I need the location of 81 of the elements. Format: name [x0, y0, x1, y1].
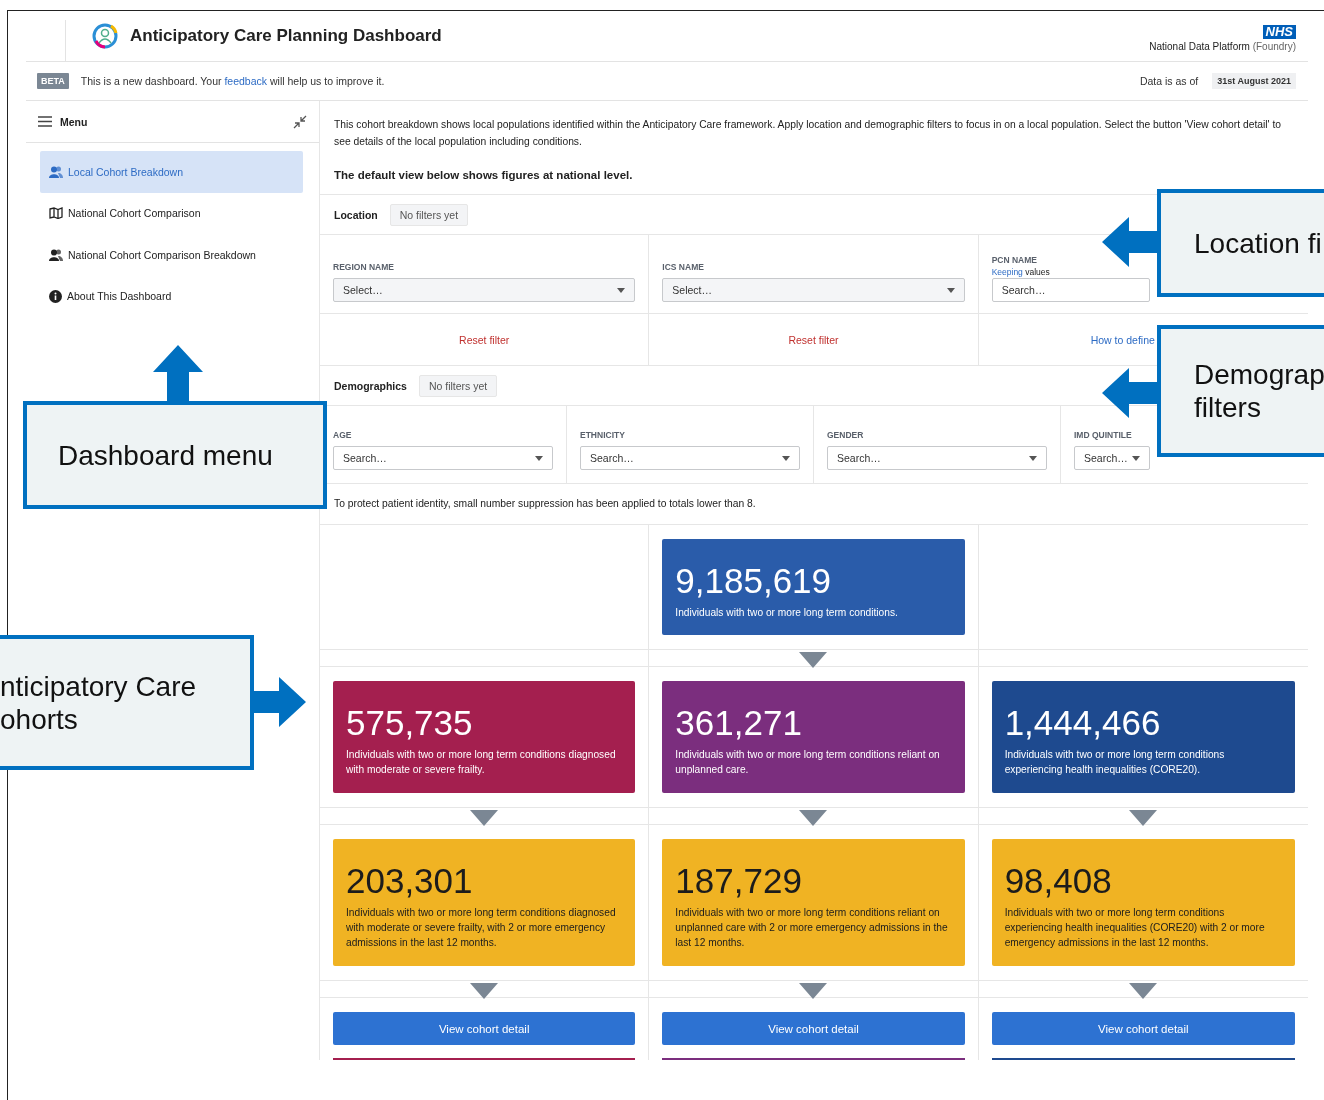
callout-arrow-icon	[1102, 217, 1158, 267]
caret-icon	[1132, 455, 1140, 461]
menu-item[interactable]: Local Cohort Breakdown	[40, 151, 303, 193]
people-icon	[49, 248, 63, 261]
cohort-count: 203,301	[346, 861, 474, 901]
banner-message: This is a new dashboard. Your feedback will help us to improve it.	[80, 75, 386, 87]
search-field[interactable]: Search…	[333, 446, 553, 470]
cohort-description: Individuals with two or more long term conditions reliant on unplanned care.	[675, 748, 941, 777]
field-label: GENDER	[827, 430, 865, 440]
brand-logo: NHS	[1262, 24, 1296, 39]
menu-icon	[38, 116, 52, 127]
caret-icon	[782, 455, 790, 461]
menu-item[interactable]: About This Dashboard	[40, 275, 303, 317]
view-cohort-button[interactable]: View cohort detail	[991, 1012, 1295, 1045]
cohort-description: Individuals with two or more long term conditions reliant on unplanned care with 2 or more emergency admissions in the last 12 months.	[675, 906, 949, 950]
down-arrow-icon	[799, 983, 828, 999]
cohort-description: Individuals with two or more long term conditions diagnosed with moderate or severe frailty, with 2 or more emergency admissions in the last 12 months.	[346, 906, 617, 950]
view-cohort-button[interactable]: View cohort detail	[333, 1012, 636, 1045]
menu-item[interactable]: National Cohort Comparison Breakdown	[40, 234, 303, 276]
cohort-count: 98,408	[1004, 861, 1113, 901]
field-label: REGION NAME	[333, 262, 395, 272]
field-hint: Keeping values	[991, 267, 1051, 277]
caret-icon	[617, 287, 626, 293]
down-arrow-icon	[470, 983, 499, 999]
cohort-count: 575,735	[346, 703, 474, 743]
down-arrow-icon	[470, 810, 499, 826]
search-field[interactable]: Search…	[991, 278, 1150, 302]
reset-filter-link[interactable]: Reset filter	[459, 333, 510, 346]
down-arrow-icon	[799, 810, 828, 826]
platform-name: National Data Platform (Foundry)	[1149, 40, 1296, 52]
callout-label: Demograp filters	[1157, 325, 1324, 457]
cohort-description: Individuals with two or more long term conditions diagnosed with moderate or severe frailty.	[346, 748, 617, 777]
search-field[interactable]: Search…	[1074, 446, 1150, 470]
menu-item[interactable]: National Cohort Comparison	[40, 192, 303, 234]
callout-label: nticipatory Care ohorts	[0, 635, 254, 770]
view-cohort-button[interactable]: View cohort detail	[662, 1012, 965, 1045]
cohort-count: 361,271	[675, 703, 803, 743]
data-date: 31st August 2021	[1212, 73, 1296, 89]
keeping-link[interactable]: Keeping	[991, 267, 1023, 277]
cohort-description: Individuals with two or more long term conditions experiencing health inequalities (CORE20) with 2 or more emergency admissions in the last 12 months.	[1004, 906, 1266, 950]
section-label: Demographics	[334, 379, 407, 392]
field-label: ICS NAME	[662, 262, 705, 272]
down-arrow-icon	[1129, 983, 1158, 999]
cohort-count: 9,185,619	[675, 561, 833, 601]
info-icon	[49, 289, 62, 303]
dashboard-title: Anticipatory Care Planning Dashboard	[130, 26, 442, 46]
callout-label: Dashboard menu	[23, 401, 327, 509]
callout-label: Location fi	[1157, 189, 1324, 297]
cohort-description: Individuals with two or more long term conditions experiencing health inequalities (CORE20).	[1004, 748, 1226, 777]
search-field[interactable]: Search…	[580, 446, 800, 470]
down-arrow-icon	[1129, 810, 1158, 826]
callout-arrow-icon	[153, 345, 203, 403]
select-field[interactable]: Select…	[662, 278, 965, 302]
filter-status: No filters yet	[418, 374, 498, 397]
collapse-icon[interactable]	[293, 114, 307, 129]
cohort-count: 1,444,466	[1004, 703, 1162, 743]
caret-icon	[1029, 455, 1037, 461]
logo-icon	[92, 23, 118, 49]
cohort-description: Individuals with two or more long term conditions.	[675, 606, 899, 620]
caret-icon	[535, 455, 543, 461]
beta-badge: BETA	[37, 73, 69, 89]
field-label: AGE	[333, 430, 353, 440]
down-arrow-icon	[799, 652, 828, 668]
people-icon	[49, 165, 63, 178]
filter-status: No filters yet	[389, 203, 469, 226]
caret-icon	[946, 287, 955, 293]
field-label: PCN NAME	[991, 255, 1038, 265]
cohort-count: 187,729	[675, 861, 803, 901]
callout-arrow-icon	[1102, 368, 1158, 418]
field-label: ETHNICITY	[580, 430, 626, 440]
feedback-link[interactable]: feedback	[224, 75, 268, 87]
menu-title: Menu	[60, 115, 89, 128]
section-label: Location	[334, 208, 378, 221]
help-link[interactable]: How to define	[1090, 333, 1155, 346]
data-date-label: Data is as of	[1139, 75, 1199, 87]
select-field[interactable]: Select…	[333, 278, 636, 302]
intro-text: This cohort breakdown shows local populations identified within the Anticipatory Care framework. Apply location and demographic filters to focus in on a local population. Select the button 'View cohort detail' to see details of the local population including conditions.	[333, 118, 1283, 149]
map-icon	[49, 207, 63, 220]
field-label: IMD QUINTILE	[1074, 430, 1133, 440]
search-field[interactable]: Search…	[827, 446, 1047, 470]
reset-filter-link[interactable]: Reset filter	[788, 333, 839, 346]
